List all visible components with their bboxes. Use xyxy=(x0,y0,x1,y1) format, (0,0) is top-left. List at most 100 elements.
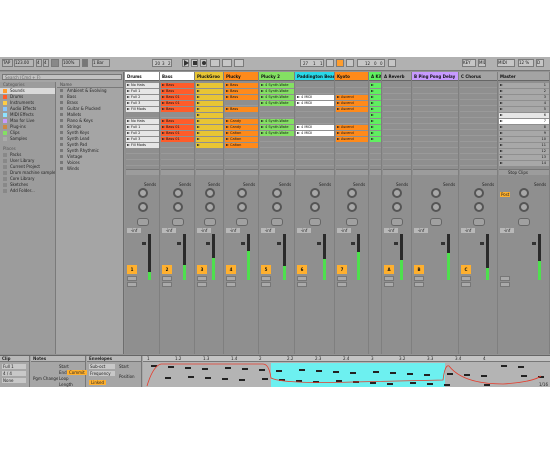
empty-clip-slot[interactable] xyxy=(225,155,258,160)
clip-slot[interactable]: Bass 01 xyxy=(161,95,194,100)
empty-clip-slot[interactable] xyxy=(460,107,497,112)
arm-button[interactable] xyxy=(297,282,307,287)
clip-slot[interactable]: Candy xyxy=(225,125,258,130)
clip-slot[interactable] xyxy=(370,119,381,124)
empty-clip-slot[interactable] xyxy=(296,149,334,154)
track-title[interactable]: A Reverb xyxy=(382,72,411,81)
record-button[interactable] xyxy=(200,59,207,67)
send-b-knob[interactable] xyxy=(473,202,484,212)
empty-clip-slot[interactable] xyxy=(460,125,497,130)
track-title[interactable]: B Ping Pong Delay xyxy=(412,72,458,81)
empty-clip-slot[interactable] xyxy=(460,149,497,154)
volume-fader[interactable] xyxy=(532,242,536,245)
clip-slot[interactable]: 4 MIDI xyxy=(296,131,334,136)
stop-button[interactable] xyxy=(191,59,198,67)
track-title[interactable]: Drums xyxy=(125,72,159,81)
solo-button[interactable] xyxy=(297,276,307,281)
punch-in-icon[interactable] xyxy=(326,59,334,67)
volume-fader[interactable] xyxy=(317,242,321,245)
volume-db-readout[interactable]: -inf xyxy=(337,228,351,233)
clip-slot[interactable] xyxy=(196,101,223,106)
solo-button[interactable] xyxy=(162,276,172,281)
arm-button[interactable] xyxy=(162,282,172,287)
empty-clip-slot[interactable] xyxy=(336,149,368,154)
arm-button[interactable] xyxy=(226,282,236,287)
empty-clip-slot[interactable] xyxy=(336,155,368,160)
clip-slot[interactable]: Bass 01 xyxy=(161,137,194,142)
signature-field[interactable]: 4 / 4 xyxy=(2,371,26,376)
empty-clip-slot[interactable] xyxy=(383,119,411,124)
empty-clip-slot[interactable] xyxy=(161,149,194,154)
empty-clip-slot[interactable] xyxy=(370,161,381,166)
send-a-knob[interactable] xyxy=(272,188,282,198)
clip-slot[interactable]: 4 Synth-Wate xyxy=(260,119,294,124)
empty-clip-slot[interactable] xyxy=(296,161,334,166)
arm-button[interactable] xyxy=(414,282,424,287)
clip-slot[interactable]: Ascend xyxy=(336,125,368,130)
arm-button[interactable] xyxy=(500,282,510,287)
volume-db-readout[interactable]: -inf xyxy=(127,228,141,233)
empty-clip-slot[interactable] xyxy=(460,137,497,142)
empty-clip-slot[interactable] xyxy=(413,131,458,136)
clip-slot[interactable]: Bass xyxy=(161,83,194,88)
volume-db-readout[interactable]: -inf xyxy=(297,228,311,233)
clip-slot[interactable] xyxy=(196,125,223,130)
scene-launch-button[interactable]: 4 xyxy=(499,101,549,106)
clip-slot[interactable] xyxy=(196,107,223,112)
clip-slot[interactable]: Full 3 xyxy=(126,137,159,142)
volume-fader[interactable] xyxy=(441,242,445,245)
clip-slot[interactable] xyxy=(370,101,381,106)
scene-launch-button[interactable]: 3 xyxy=(499,95,549,100)
overdub-button[interactable] xyxy=(210,59,220,67)
stop-all-clips-button[interactable]: Stop Clips xyxy=(508,170,528,175)
solo-button[interactable] xyxy=(261,276,271,281)
clip-slot[interactable]: No Hats xyxy=(126,119,159,124)
volume-fader[interactable] xyxy=(394,242,398,245)
clip-slot[interactable]: 4 MIDI xyxy=(296,101,334,106)
clip-stop-button[interactable] xyxy=(260,169,294,175)
empty-clip-slot[interactable] xyxy=(296,137,334,142)
clip-slot[interactable]: Full 2 xyxy=(126,95,159,100)
arm-button[interactable] xyxy=(461,282,471,287)
clip-slot[interactable]: Ascend xyxy=(336,107,368,112)
envelope-curve[interactable] xyxy=(143,356,550,387)
empty-clip-slot[interactable] xyxy=(413,113,458,118)
arm-button[interactable] xyxy=(197,282,207,287)
scene-launch-button[interactable]: 2 xyxy=(499,89,549,94)
empty-clip-slot[interactable] xyxy=(413,149,458,154)
pan-knob[interactable] xyxy=(391,218,403,226)
scene-launch-button[interactable]: 9 xyxy=(499,131,549,136)
clip-slot[interactable] xyxy=(370,137,381,142)
clip-slot[interactable] xyxy=(370,95,381,100)
send-b-knob[interactable] xyxy=(347,202,357,212)
clip-slot[interactable] xyxy=(196,83,223,88)
pan-knob[interactable] xyxy=(235,218,248,226)
envelope-param-select[interactable]: Frequency xyxy=(89,371,115,376)
empty-clip-slot[interactable] xyxy=(383,137,411,142)
empty-clip-slot[interactable] xyxy=(460,161,497,166)
solo-button[interactable] xyxy=(384,276,394,281)
empty-clip-slot[interactable] xyxy=(296,113,334,118)
empty-clip-slot[interactable] xyxy=(126,161,159,166)
automation-arm-button[interactable] xyxy=(222,59,232,67)
clip-slot[interactable] xyxy=(196,131,223,136)
clip-slot[interactable]: Bass xyxy=(225,89,258,94)
empty-clip-slot[interactable] xyxy=(413,89,458,94)
scene-launch-button[interactable]: 14 xyxy=(499,161,549,166)
commit-button[interactable]: Commit xyxy=(67,370,87,375)
volume-db-readout[interactable]: -inf xyxy=(162,228,176,233)
solo-button[interactable] xyxy=(500,276,510,281)
empty-clip-slot[interactable] xyxy=(383,113,411,118)
solo-button[interactable] xyxy=(197,276,207,281)
empty-clip-slot[interactable] xyxy=(413,143,458,148)
metronome-icon[interactable] xyxy=(51,59,59,67)
pan-knob[interactable] xyxy=(472,218,485,226)
track-activator-button[interactable]: 4 xyxy=(226,265,236,274)
empty-clip-slot[interactable] xyxy=(383,83,411,88)
session-record-button[interactable] xyxy=(234,59,244,67)
empty-clip-slot[interactable] xyxy=(161,113,194,118)
clip-slot[interactable]: Full 1 xyxy=(126,125,159,130)
empty-clip-slot[interactable] xyxy=(260,155,294,160)
empty-clip-slot[interactable] xyxy=(296,155,334,160)
empty-clip-slot[interactable] xyxy=(370,155,381,160)
